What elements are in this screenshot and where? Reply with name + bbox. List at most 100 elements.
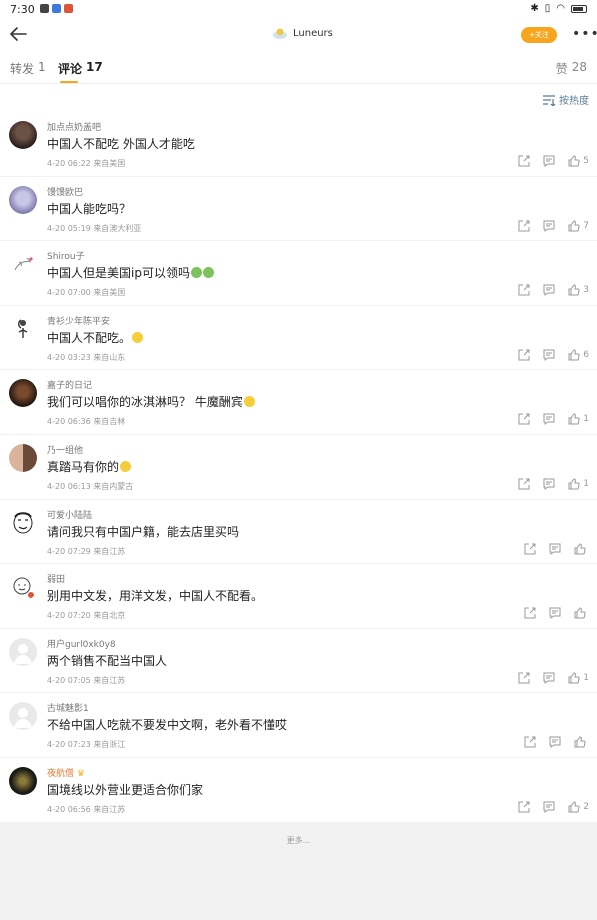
repost-button[interactable] xyxy=(518,220,530,232)
repost-button[interactable] xyxy=(518,284,530,296)
follow-button[interactable]: +关注 xyxy=(521,27,557,43)
like-button[interactable]: 6 xyxy=(568,349,589,361)
comment-item: Shirou子 中国人但是美国ip可以领吗 4-20 07:00 来自美国 3 xyxy=(0,241,597,306)
tab-likes[interactable]: 赞 28 xyxy=(556,60,587,77)
tab-likes-label: 赞 xyxy=(555,62,568,76)
comment-icon xyxy=(543,801,555,813)
thumbs-up-icon xyxy=(568,801,580,813)
comment-actions xyxy=(511,736,589,749)
comment-username[interactable]: 夜航僧 ♛ xyxy=(47,766,85,779)
comment-text-content: 中国人但是美国ip可以领吗 xyxy=(47,266,190,281)
like-count: 7 xyxy=(583,220,589,231)
comment-actions: 2 xyxy=(505,801,589,813)
avatar[interactable] xyxy=(9,379,37,408)
comment-username[interactable]: 馒馒欧巴 xyxy=(47,185,83,198)
repost-icon xyxy=(518,672,530,684)
nav-title[interactable]: Luneurs xyxy=(272,26,333,40)
avatar[interactable] xyxy=(9,508,37,537)
comment-actions: 3 xyxy=(505,284,589,297)
nav-bar: Luneurs +关注 ••• xyxy=(0,18,597,52)
wifi-icon: ◠ xyxy=(556,3,565,14)
vip-crown-icon: ♛ xyxy=(76,768,85,779)
comment-item: 馒馒欧巴 中国人能吃吗？ 4-20 05:19 来自澳大利亚 7 xyxy=(0,177,597,242)
like-button[interactable] xyxy=(574,607,589,619)
emoji-icon xyxy=(190,267,202,279)
back-arrow-icon[interactable] xyxy=(6,22,30,46)
like-count: 6 xyxy=(583,349,589,360)
comment-actions xyxy=(511,607,589,620)
comment-actions: 5 xyxy=(505,155,589,167)
repost-button[interactable] xyxy=(524,607,536,619)
avatar[interactable] xyxy=(9,185,37,214)
brand-avatar-icon xyxy=(273,28,287,39)
load-more-link[interactable]: 更多... xyxy=(0,835,597,846)
more-options-icon[interactable]: ••• xyxy=(572,27,597,41)
avatar[interactable] xyxy=(9,766,37,795)
repost-icon xyxy=(524,607,536,619)
like-button[interactable]: 3 xyxy=(568,284,589,296)
avatar[interactable] xyxy=(9,637,37,666)
comment-meta: 4-20 05:19 来自澳大利亚 xyxy=(47,223,142,233)
reply-button[interactable] xyxy=(549,736,561,749)
thumbs-up-icon xyxy=(568,672,580,684)
avatar[interactable] xyxy=(9,573,37,602)
reply-button[interactable] xyxy=(543,672,555,684)
sort-icon xyxy=(543,94,556,106)
repost-button[interactable] xyxy=(518,478,530,490)
repost-button[interactable] xyxy=(518,349,530,361)
avatar[interactable] xyxy=(9,702,37,731)
reply-button[interactable] xyxy=(543,155,555,167)
tab-comments[interactable]: 评论 17 xyxy=(58,60,103,77)
comment-item: 弱田 别用中文发，用洋文发，中国人不配看。 4-20 07:20 来自北京 xyxy=(0,564,597,629)
reply-button[interactable] xyxy=(549,543,561,555)
reply-button[interactable] xyxy=(543,349,555,361)
avatar[interactable] xyxy=(9,250,37,279)
reply-button[interactable] xyxy=(543,478,555,490)
comment-username[interactable]: 青衫少年陈平安 xyxy=(47,314,110,327)
like-button[interactable] xyxy=(574,736,589,748)
comment-username[interactable]: 用户gurl0xk0y8 xyxy=(47,637,116,650)
like-button[interactable] xyxy=(574,543,589,555)
nav-title-text: Luneurs xyxy=(293,27,333,39)
comment-username[interactable]: Shirou子 xyxy=(47,249,85,262)
avatar[interactable] xyxy=(9,314,37,343)
comment-list: 加点点奶盖吧 中国人不配吃 外国人才能吃 4-20 06:22 来自美国 5 馒… xyxy=(0,112,597,823)
comment-username[interactable]: 乃一组他 xyxy=(47,443,83,456)
repost-button[interactable] xyxy=(518,672,530,684)
repost-button[interactable] xyxy=(518,155,530,167)
comment-username[interactable]: 可爱小陆陆 xyxy=(47,508,92,521)
tab-reposts[interactable]: 转发 1 xyxy=(10,60,46,77)
like-count: 5 xyxy=(583,156,589,166)
comment-meta: 4-20 06:13 来自内蒙古 xyxy=(47,481,134,491)
repost-button[interactable] xyxy=(518,801,530,813)
reply-button[interactable] xyxy=(543,220,555,232)
comment-actions: 1 xyxy=(505,478,589,490)
comment-username[interactable]: 弱田 xyxy=(47,572,65,585)
tab-comments-label: 评论 xyxy=(58,62,83,76)
reply-button[interactable] xyxy=(543,284,555,297)
repost-button[interactable] xyxy=(518,413,530,425)
repost-icon xyxy=(518,284,530,296)
comment-meta: 4-20 07:23 来自浙江 xyxy=(47,740,126,750)
like-button[interactable]: 7 xyxy=(568,220,589,232)
like-button[interactable]: 1 xyxy=(568,478,589,490)
avatar[interactable] xyxy=(9,121,37,149)
comment-icon xyxy=(543,284,555,297)
like-button[interactable]: 5 xyxy=(568,155,589,167)
repost-button[interactable] xyxy=(524,736,536,748)
comment-username-text: 夜航僧 xyxy=(47,768,75,779)
reply-button[interactable] xyxy=(543,413,555,426)
comment-username[interactable]: 加点点奶盖吧 xyxy=(47,120,101,133)
comment-username[interactable]: 嘉子的日记 xyxy=(47,378,92,391)
sort-by-hot-button[interactable]: 按热度 xyxy=(542,92,589,107)
doodle-avatar-icon xyxy=(13,577,34,599)
like-button[interactable]: 1 xyxy=(568,413,589,425)
like-button[interactable]: 2 xyxy=(568,801,589,813)
avatar[interactable] xyxy=(9,443,37,472)
reply-button[interactable] xyxy=(549,607,561,620)
comment-username[interactable]: 古城魅影1 xyxy=(47,701,89,714)
reply-button[interactable] xyxy=(543,801,555,813)
like-button[interactable]: 1 xyxy=(568,672,589,684)
tab-reposts-count: 1 xyxy=(38,60,46,74)
repost-button[interactable] xyxy=(524,543,536,555)
